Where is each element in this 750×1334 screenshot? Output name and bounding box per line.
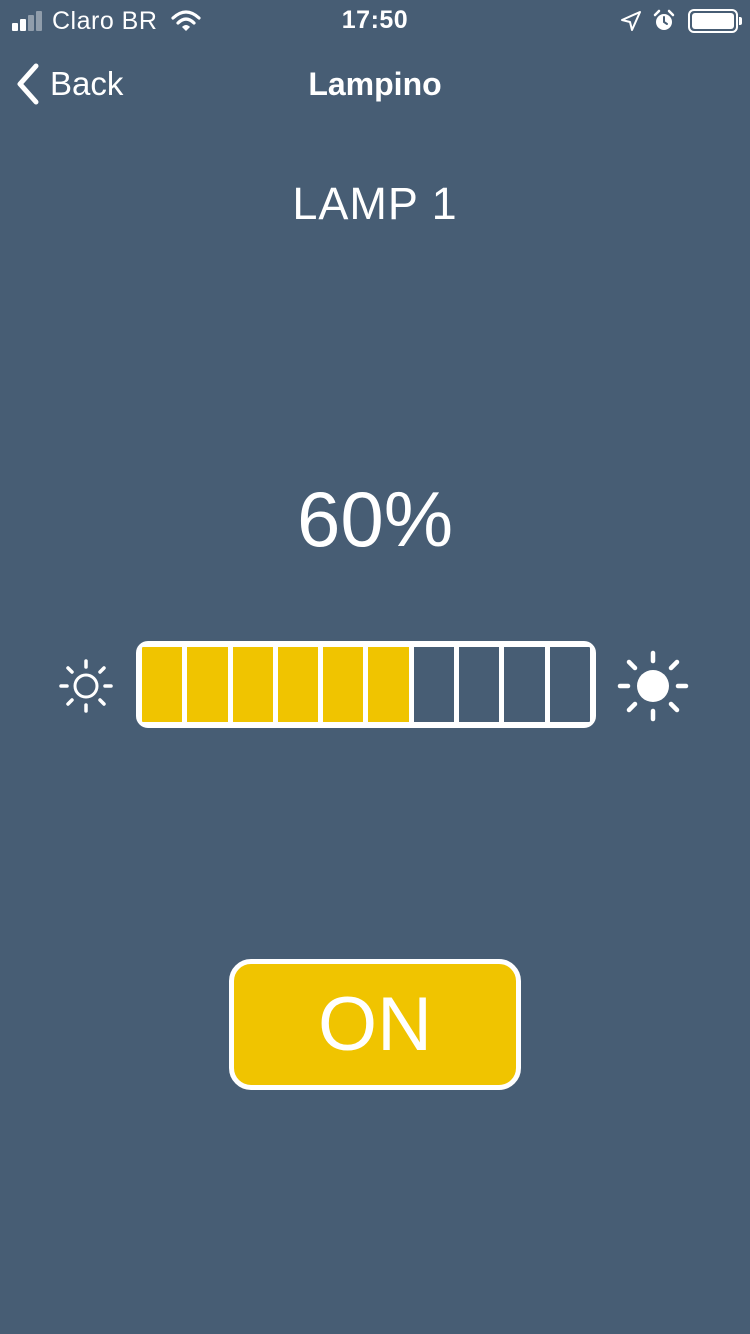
location-arrow-icon (621, 11, 641, 31)
brightness-segment[interactable] (413, 647, 455, 722)
power-toggle-button[interactable]: ON (229, 959, 521, 1090)
navigation-bar: Back Lampino (0, 40, 750, 128)
brightness-segment[interactable] (459, 647, 500, 722)
status-bar: Claro BR 17:50 (0, 0, 750, 40)
sun-outline-icon[interactable] (58, 658, 114, 714)
battery-level (692, 13, 734, 29)
brightness-percentage: 60% (296, 475, 454, 563)
brightness-segment[interactable] (323, 647, 364, 722)
lamp-name: LAMP 1 (292, 178, 458, 229)
battery-icon (688, 9, 742, 33)
alarm-clock-icon (653, 9, 675, 30)
status-right (620, 6, 742, 36)
brightness-segment[interactable] (549, 647, 590, 722)
brightness-segment[interactable] (368, 647, 409, 722)
brightness-segment[interactable] (142, 647, 183, 722)
battery-tip (739, 17, 742, 25)
brightness-segment[interactable] (232, 647, 273, 722)
page-title: Lampino (308, 66, 442, 102)
brightness-level-bar[interactable] (136, 641, 596, 728)
brightness-segment[interactable] (187, 647, 228, 722)
brightness-segment[interactable] (277, 647, 319, 722)
brightness-segment[interactable] (504, 647, 545, 722)
sun-filled-icon[interactable] (617, 650, 689, 722)
